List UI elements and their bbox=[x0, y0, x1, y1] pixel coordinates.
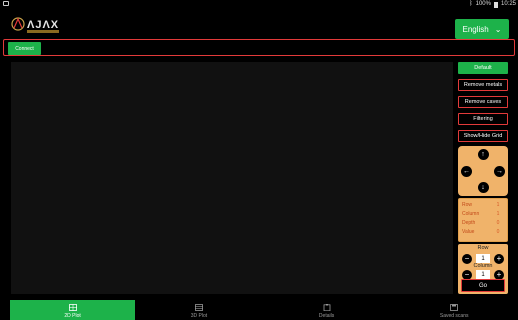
info-label: Value bbox=[462, 229, 475, 235]
info-row: Row 1 bbox=[462, 201, 504, 210]
clock: 10:25 bbox=[500, 1, 516, 7]
remove-metals-button[interactable]: Remove metals bbox=[458, 79, 508, 91]
tab-3d-plot[interactable]: 3D Plot bbox=[135, 300, 263, 320]
arrow-right-icon[interactable]: → bbox=[494, 165, 505, 177]
arrow-down-icon[interactable]: ↓ bbox=[477, 182, 489, 193]
language-selector[interactable]: English ⌄ bbox=[455, 19, 509, 39]
info-value: 1 bbox=[496, 211, 500, 217]
info-label: Depth bbox=[462, 220, 476, 226]
status-bar: ᛒ 100% 10:25 bbox=[0, 0, 518, 9]
column-label: Column bbox=[473, 263, 493, 269]
ajax-logo: ΛJΛX bbox=[11, 17, 59, 33]
plot-canvas[interactable] bbox=[11, 62, 453, 294]
info-label: Row bbox=[462, 202, 473, 208]
column-value-field[interactable]: 1 bbox=[476, 270, 490, 279]
go-button[interactable]: Go bbox=[461, 279, 505, 292]
chevron-down-icon: ⌄ bbox=[494, 24, 502, 34]
tab-label: 2D Plot bbox=[64, 313, 81, 319]
layers-icon bbox=[194, 304, 203, 311]
info-row: Value 0 bbox=[462, 228, 504, 237]
default-button[interactable]: Default bbox=[458, 62, 508, 74]
info-value: 1 bbox=[496, 202, 500, 208]
tab-saved-scans[interactable]: Saved scans bbox=[390, 300, 518, 320]
gallery-icon bbox=[3, 1, 9, 6]
bluetooth-icon: ᛒ bbox=[469, 1, 473, 7]
cell-info-panel: Row 1 Column 1 Depth 0 Value 0 bbox=[458, 198, 508, 242]
connect-bar bbox=[3, 39, 515, 56]
grid-icon bbox=[68, 304, 77, 311]
tab-label: Details bbox=[318, 313, 335, 319]
battery-percent: 100% bbox=[475, 1, 491, 7]
remove-caves-button[interactable]: Remove caves bbox=[458, 96, 508, 108]
bottom-nav: 2D Plot 3D Plot Details Saved scans bbox=[0, 300, 518, 320]
info-value: 0 bbox=[496, 220, 500, 226]
svg-text:ΛJΛX: ΛJΛX bbox=[27, 19, 59, 31]
tab-details[interactable]: Details bbox=[263, 300, 391, 320]
arrow-up-icon[interactable]: ↑ bbox=[477, 149, 489, 160]
battery-icon bbox=[493, 1, 498, 8]
info-label: Column bbox=[462, 211, 480, 217]
tab-2d-plot[interactable]: 2D Plot bbox=[10, 300, 136, 320]
info-row: Depth 0 bbox=[462, 219, 504, 228]
tab-label: Saved scans bbox=[439, 313, 469, 319]
row-label: Row bbox=[477, 245, 489, 251]
show-hide-grid-button[interactable]: Show/Hide Grid bbox=[458, 130, 508, 142]
info-row: Column 1 bbox=[462, 210, 504, 219]
tab-label: 3D Plot bbox=[190, 313, 208, 319]
filtering-button[interactable]: Filtering bbox=[458, 113, 508, 125]
info-value: 0 bbox=[496, 229, 500, 235]
app-header: ΛJΛX English ⌄ bbox=[0, 9, 518, 39]
language-label: English bbox=[462, 24, 489, 34]
row-value-field[interactable]: 1 bbox=[476, 254, 490, 263]
connect-button[interactable]: Connect bbox=[8, 42, 41, 55]
save-icon bbox=[450, 304, 459, 311]
arrow-left-icon[interactable]: ← bbox=[461, 165, 472, 177]
direction-pad: ↑ ← → ↓ bbox=[458, 146, 508, 196]
clipboard-icon bbox=[323, 304, 330, 311]
